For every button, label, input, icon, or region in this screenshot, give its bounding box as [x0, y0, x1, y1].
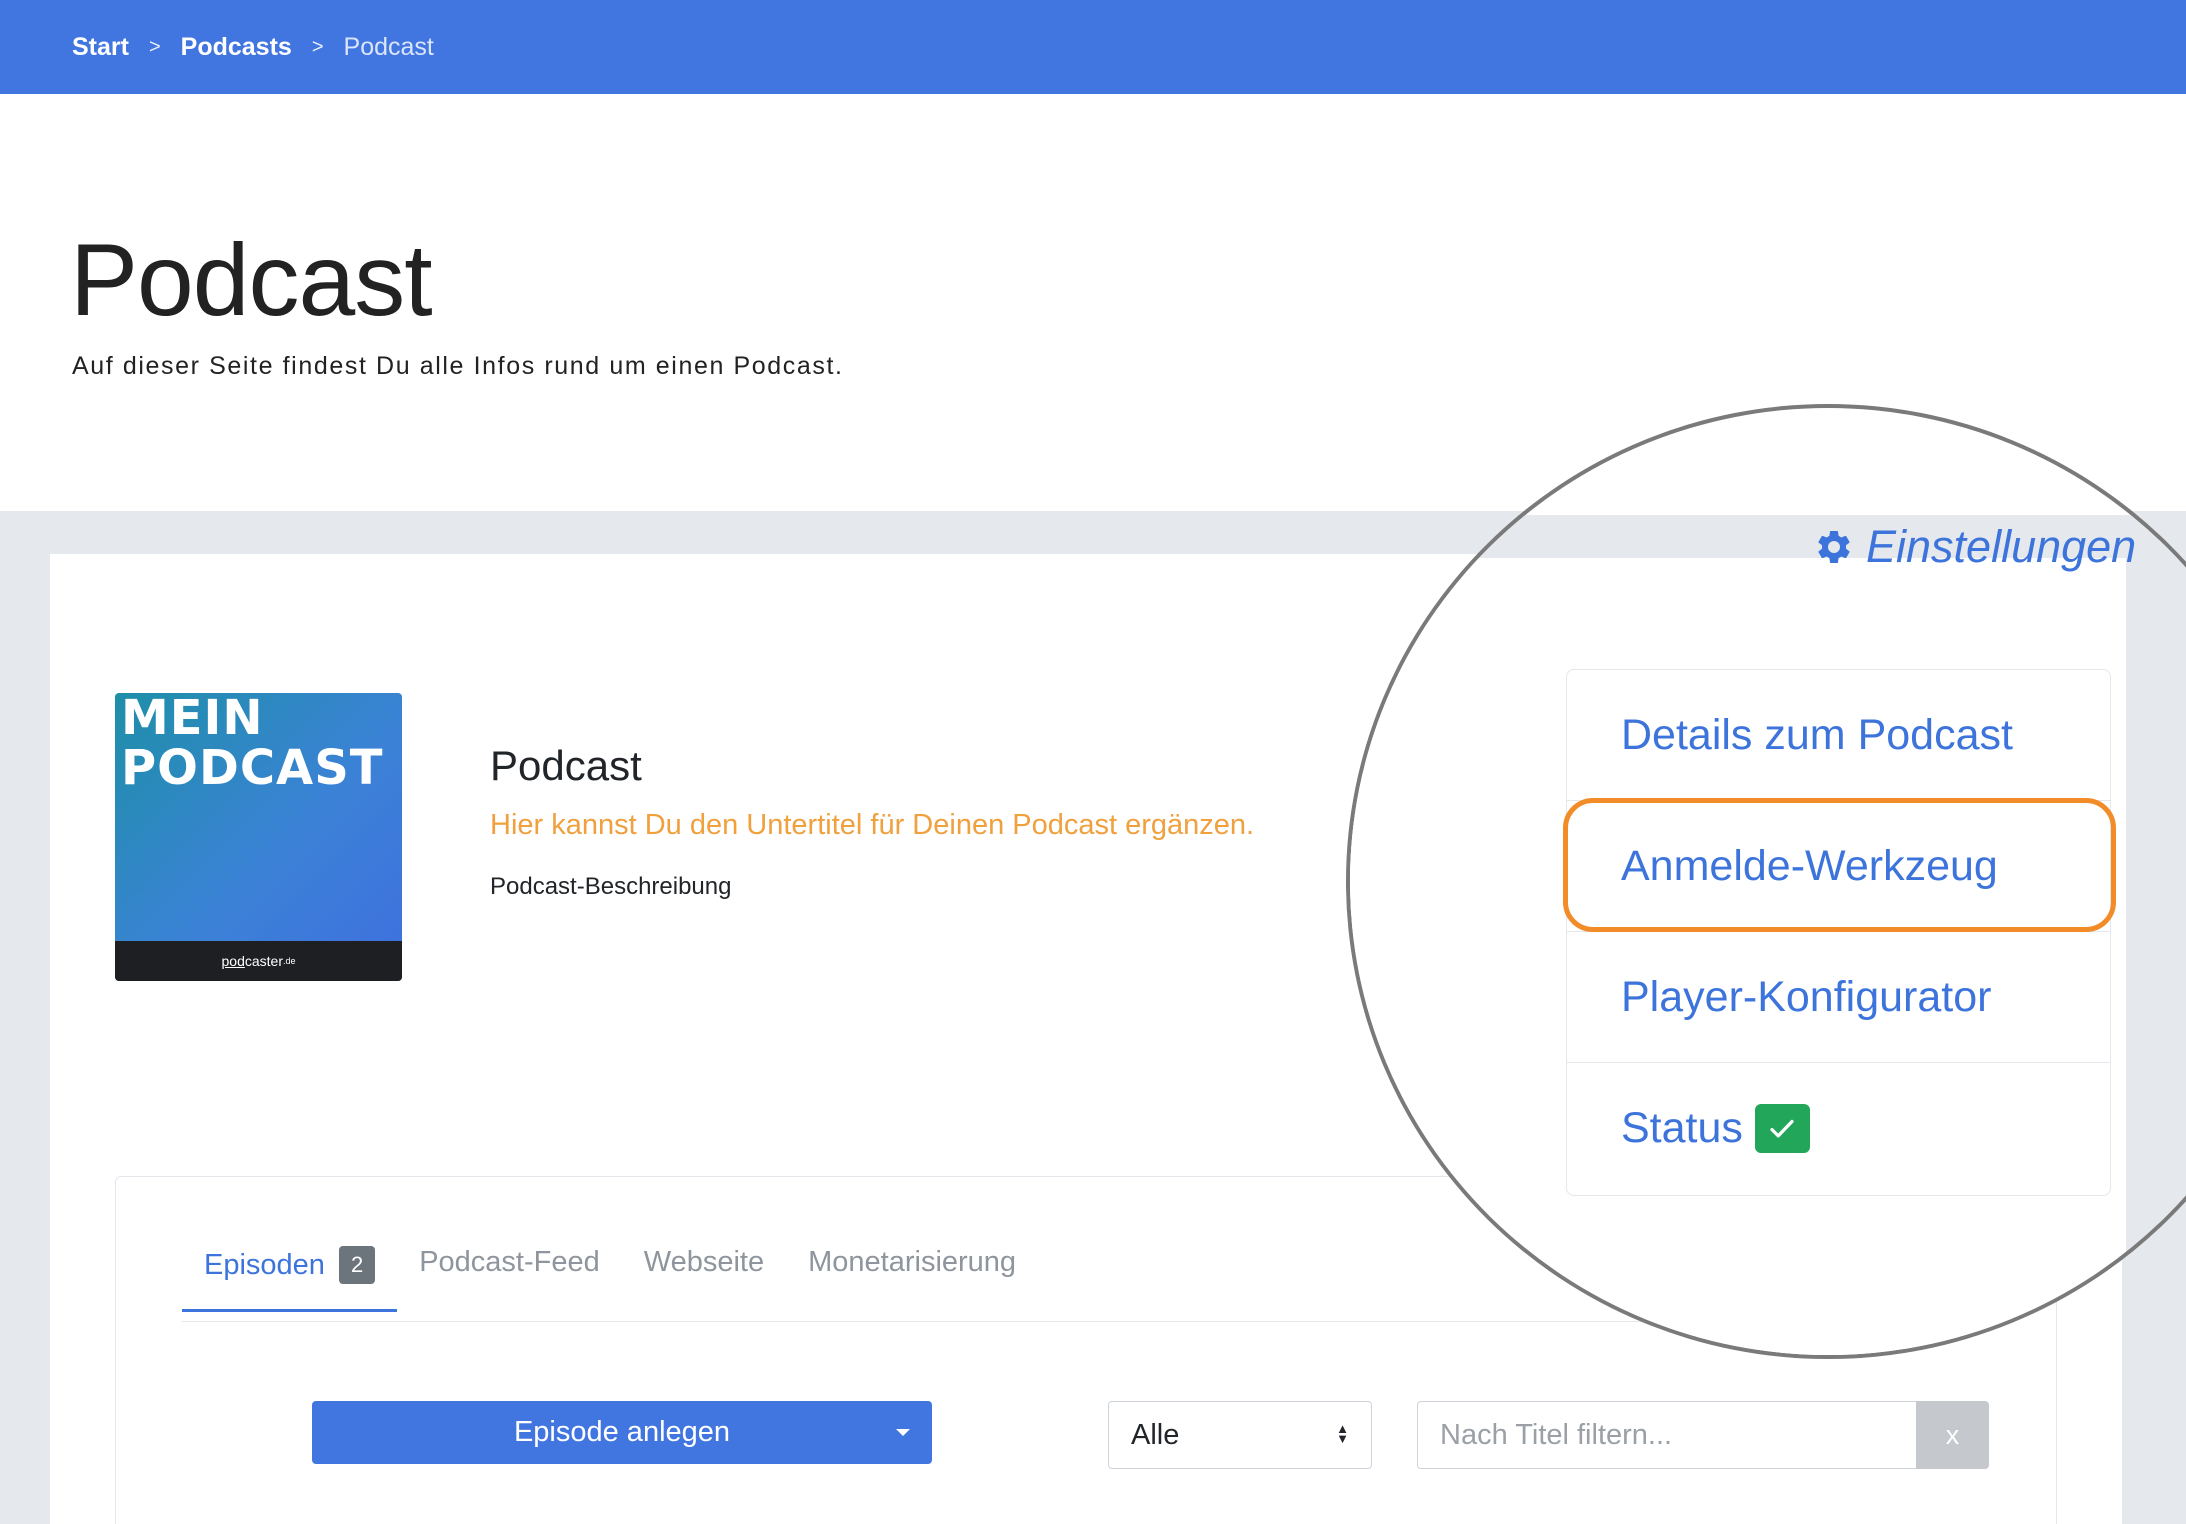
breadcrumb-current: Podcast	[343, 32, 434, 61]
title-filter-input[interactable]	[1417, 1401, 1917, 1469]
menu-item-details[interactable]: Details zum Podcast	[1567, 670, 2110, 801]
create-episode-button[interactable]: Episode anlegen	[312, 1401, 932, 1464]
breadcrumb-separator: >	[311, 35, 324, 58]
page-subtitle: Auf dieser Seite findest Du alle Infos r…	[72, 352, 844, 380]
settings-link[interactable]: Einstellungen	[1814, 521, 2136, 573]
menu-item-player-konfigurator[interactable]: Player-Konfigurator	[1567, 932, 2110, 1063]
tab-episoden[interactable]: Episoden 2	[182, 1240, 398, 1312]
tab-podcast-feed[interactable]: Podcast-Feed	[397, 1240, 622, 1312]
caret-down-icon[interactable]	[896, 1429, 910, 1436]
breadcrumb-podcasts[interactable]: Podcasts	[181, 33, 292, 62]
zoom-magnifier: Einstellungen Details zum Podcast Anmeld…	[1346, 404, 2186, 1359]
menu-item-status[interactable]: Status	[1567, 1063, 2110, 1194]
select-value: Alle	[1131, 1418, 1180, 1451]
page: Start > Podcasts > Podcast Podcast Auf d…	[0, 0, 2186, 1524]
tab-label: Episoden	[204, 1249, 325, 1281]
podcast-menu: Details zum Podcast Anmelde-Werkzeug Pla…	[1566, 669, 2111, 1196]
cover-title-line: PODCAST	[121, 740, 384, 796]
breadcrumb-separator: >	[148, 35, 161, 58]
episode-count-badge: 2	[338, 1246, 376, 1284]
podcast-description: Podcast-Beschreibung	[490, 873, 732, 900]
breadcrumb-start[interactable]: Start	[72, 33, 129, 62]
podcast-name: Podcast	[490, 742, 642, 789]
cover-title: MEIN PODCAST	[121, 693, 384, 793]
page-title: Podcast	[70, 223, 433, 337]
podcast-cover: MEIN PODCAST pod caster .de	[115, 693, 402, 981]
cover-title-line: MEIN	[121, 693, 264, 746]
clear-filter-button[interactable]: x	[1916, 1401, 1989, 1469]
tab-bar: Episoden 2 Podcast-Feed Webseite Monetari…	[182, 1240, 1038, 1312]
cover-brand-tld: .de	[282, 956, 296, 966]
status-badge	[1754, 1104, 1810, 1153]
tab-webseite[interactable]: Webseite	[622, 1240, 786, 1312]
settings-label: Einstellungen	[1866, 521, 2137, 572]
gear-icon	[1818, 530, 1850, 563]
select-arrows-icon: ▲ ▼	[1336, 1421, 1349, 1446]
podcast-subtitle[interactable]: Hier kannst Du den Untertitel für Deinen…	[490, 809, 1254, 842]
status-label: Status	[1621, 1104, 1743, 1152]
episode-filter-select[interactable]: Alle ▲ ▼	[1108, 1401, 1372, 1469]
zoom-content: Einstellungen Details zum Podcast Anmeld…	[1350, 408, 2186, 1355]
cover-brand-name: caster	[244, 953, 283, 969]
cover-brand-pod: pod	[221, 953, 245, 969]
cover-brand: pod caster .de	[115, 941, 402, 981]
check-icon	[1770, 1119, 1795, 1137]
highlight-ring	[1563, 798, 2116, 932]
breadcrumb: Start > Podcasts > Podcast	[0, 0, 2186, 94]
create-episode-label: Episode anlegen	[513, 1416, 731, 1448]
tab-monetarisierung[interactable]: Monetarisierung	[786, 1240, 1038, 1312]
